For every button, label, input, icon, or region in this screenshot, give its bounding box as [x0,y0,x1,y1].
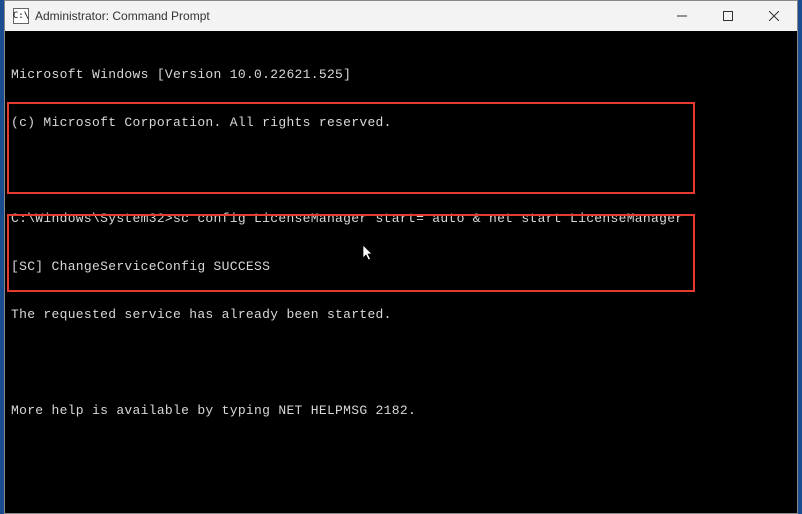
terminal-line: [SC] ChangeServiceConfig SUCCESS [11,259,791,275]
app-icon: C:\ [13,8,29,24]
window-title: Administrator: Command Prompt [35,9,210,23]
terminal-blank [11,163,791,179]
maximize-button[interactable] [705,1,751,31]
terminal-line: C:\Windows\System32>sc config LicenseMan… [11,211,791,227]
titlebar[interactable]: C:\ Administrator: Command Prompt [5,1,797,31]
terminal-line: Microsoft Windows [Version 10.0.22621.52… [11,67,791,83]
command-prompt-window: C:\ Administrator: Command Prompt Micros… [4,0,798,514]
app-icon-glyph: C:\ [13,11,29,21]
maximize-icon [723,11,733,21]
terminal-line: (c) Microsoft Corporation. All rights re… [11,115,791,131]
window-controls [659,1,797,31]
terminal-area[interactable]: Microsoft Windows [Version 10.0.22621.52… [5,31,797,513]
terminal-blank [11,355,791,371]
terminal-blank [11,499,791,513]
close-icon [769,11,779,21]
terminal-blank [11,451,791,467]
close-button[interactable] [751,1,797,31]
terminal-line: More help is available by typing NET HEL… [11,403,791,419]
mouse-cursor-icon [310,228,326,248]
terminal-line: The requested service has already been s… [11,307,791,323]
minimize-icon [677,11,687,21]
minimize-button[interactable] [659,1,705,31]
